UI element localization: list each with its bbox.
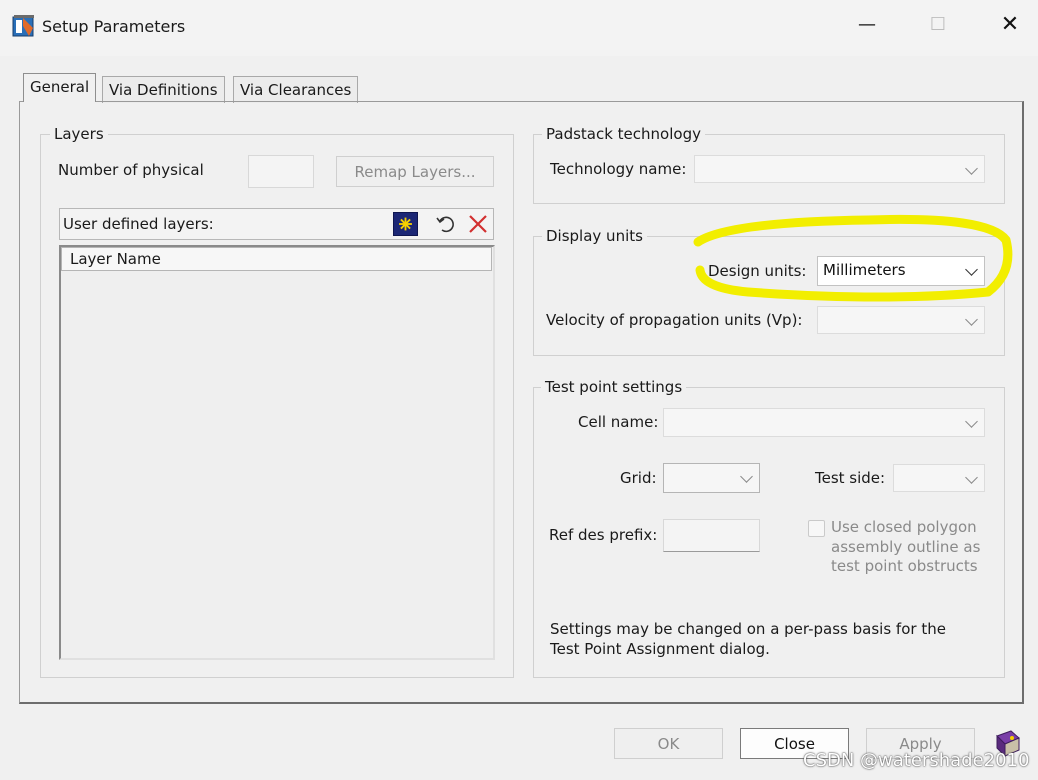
minimize-icon[interactable]: —	[847, 14, 887, 35]
chevron-down-icon	[740, 470, 753, 483]
app-icon	[12, 15, 34, 37]
undo-icon[interactable]	[434, 212, 458, 236]
velocity-units-combo[interactable]	[817, 306, 985, 334]
layers-group-title: Layers	[50, 125, 108, 143]
maximize-icon[interactable]: ☐	[918, 14, 958, 35]
physical-layers-label: Number of physical	[58, 161, 204, 179]
settings-note-line-2: Test Point Assignment dialog.	[550, 640, 770, 658]
remap-layers-button[interactable]: Remap Layers...	[336, 156, 494, 187]
user-defined-layers-label: User defined layers:	[63, 215, 214, 233]
window-title: Setup Parameters	[42, 17, 186, 36]
technology-name-label: Technology name:	[550, 160, 687, 178]
physical-layers-field[interactable]	[248, 155, 314, 188]
grid-label: Grid:	[620, 469, 657, 487]
design-units-combo[interactable]: Millimeters	[817, 256, 985, 286]
chevron-down-icon	[965, 471, 978, 484]
closed-polygon-label-line-1: Use closed polygon	[831, 518, 977, 536]
ref-des-prefix-label: Ref des prefix:	[549, 526, 658, 544]
chevron-down-icon	[965, 162, 978, 175]
test-side-label: Test side:	[815, 469, 886, 487]
chevron-down-icon	[965, 263, 978, 276]
layers-list[interactable]	[59, 245, 495, 660]
chevron-down-icon	[965, 313, 978, 326]
test-side-combo[interactable]	[893, 464, 985, 492]
ok-button[interactable]: OK	[614, 728, 723, 759]
velocity-units-label: Velocity of propagation units (Vp):	[546, 311, 803, 329]
tab-via-definitions[interactable]: Via Definitions	[102, 76, 225, 103]
watermark: CSDN @watershade2010	[803, 750, 1030, 771]
ref-des-prefix-field[interactable]	[663, 519, 760, 552]
new-layer-icon[interactable]	[393, 212, 418, 236]
chevron-down-icon	[965, 415, 978, 428]
settings-note-line-1: Settings may be changed on a per-pass ba…	[550, 620, 946, 638]
delete-icon[interactable]	[466, 212, 490, 236]
closed-polygon-checkbox[interactable]	[808, 520, 825, 537]
cell-name-combo[interactable]	[663, 408, 985, 437]
column-header-label: Layer Name	[70, 250, 161, 268]
tab-general[interactable]: General	[23, 73, 97, 102]
closed-polygon-label-line-2: assembly outline as	[831, 538, 981, 556]
padstack-group-title: Padstack technology	[542, 125, 705, 143]
closed-polygon-label-line-3: test point obstructs	[831, 557, 978, 575]
display-units-group	[533, 236, 1005, 356]
column-header-layer-name[interactable]: Layer Name	[61, 247, 492, 271]
cell-name-label: Cell name:	[578, 413, 659, 431]
technology-name-combo[interactable]	[694, 155, 985, 183]
display-units-group-title: Display units	[542, 227, 647, 245]
tab-via-clearances[interactable]: Via Clearances	[233, 76, 359, 103]
test-point-group-title: Test point settings	[541, 378, 687, 396]
grid-combo[interactable]	[663, 463, 760, 493]
close-icon[interactable]: ✕	[990, 12, 1030, 37]
design-units-label: Design units:	[708, 262, 807, 280]
